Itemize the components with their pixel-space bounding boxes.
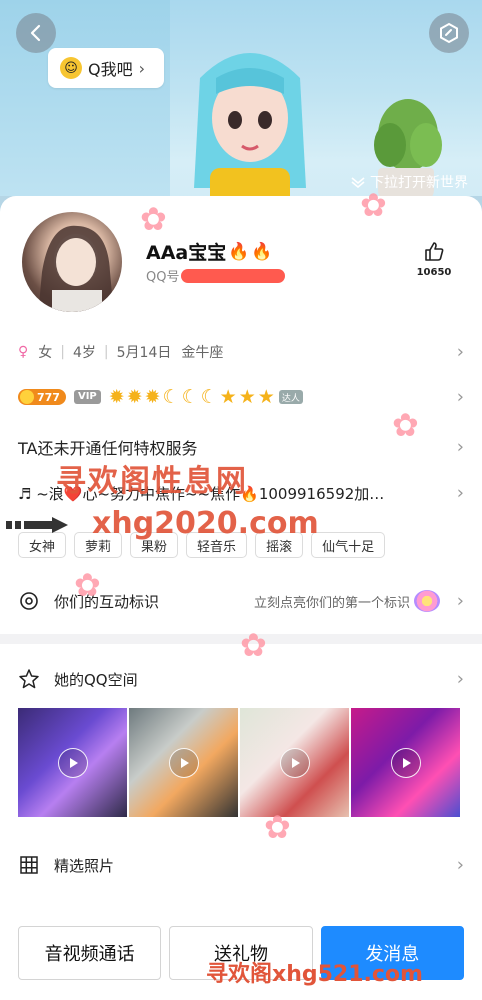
vip-badge: VIP xyxy=(73,390,101,404)
birthday-text: 5月14日 xyxy=(116,345,172,361)
coin-value: 777 xyxy=(37,390,60,404)
qq-number: QQ号 xyxy=(146,266,286,285)
star-icon: ★ xyxy=(238,386,256,408)
selected-photos-label: 精选照片 xyxy=(54,856,115,875)
moon-icon: ☾ xyxy=(181,386,199,408)
level-icons: ✹ ✹ ✹ ☾ ☾ ☾ ★ ★ ★ xyxy=(109,386,275,408)
flame-icon: 🔥 xyxy=(228,241,250,262)
tag[interactable]: 女神 xyxy=(18,532,67,558)
play-icon xyxy=(390,747,421,778)
nickname: AAa宝宝 🔥 🔥 xyxy=(146,238,273,265)
selected-photos-row[interactable]: 精选照片 › xyxy=(18,850,464,880)
flower-decoration-icon: ✿ xyxy=(74,566,101,604)
flame-icon: 🔥 xyxy=(251,241,273,262)
chevron-right-icon: › xyxy=(456,854,464,876)
zone-video-thumbnail[interactable] xyxy=(129,708,238,817)
redaction-mark xyxy=(181,268,286,283)
zone-video-thumbnail[interactable] xyxy=(351,708,460,817)
flower-decoration-icon: ✿ xyxy=(392,406,419,444)
sun-icon: ✹ xyxy=(144,386,161,408)
q-me-label: Q我吧 xyxy=(88,60,133,79)
divider: | xyxy=(60,344,65,360)
avatar-photo xyxy=(38,225,114,312)
chevron-left-icon xyxy=(30,24,41,42)
chevron-right-icon: › xyxy=(138,58,146,78)
chevron-right-icon: › xyxy=(456,436,464,458)
gender-text: 女 xyxy=(38,345,53,361)
avatar[interactable] xyxy=(20,210,124,314)
video-call-button[interactable]: 音视频通话 xyxy=(18,926,162,980)
play-icon xyxy=(279,747,310,778)
sun-icon: ✹ xyxy=(108,386,125,408)
q-me-bubble[interactable]: ☺ Q我吧 › xyxy=(48,48,164,88)
thumbs-up-icon xyxy=(425,242,444,261)
coin-icon xyxy=(20,390,34,404)
tag[interactable]: 仙气十足 xyxy=(311,532,386,558)
play-icon xyxy=(168,747,199,778)
qq-number-label: QQ号 xyxy=(146,270,180,285)
chevron-right-icon: › xyxy=(456,482,464,504)
qq-zone-row[interactable]: 她的QQ空间 › xyxy=(18,664,464,694)
zone-photos xyxy=(18,708,460,817)
coin-badge: 777 xyxy=(18,389,66,405)
qq-zone-label: 她的QQ空间 xyxy=(54,670,138,689)
zodiac-text: 金牛座 xyxy=(181,345,224,361)
flower-decoration-icon: ✿ xyxy=(360,186,387,224)
interaction-mark-hint: 立刻点亮你们的第一个标识 xyxy=(254,590,440,612)
zone-video-thumbnail[interactable] xyxy=(240,708,349,817)
sun-icon: ✹ xyxy=(126,386,143,408)
star-icon: ★ xyxy=(219,386,237,408)
nickname-text: AAa宝宝 xyxy=(146,242,227,264)
female-icon: ♀ xyxy=(18,344,29,360)
watermark: 寻欢阁xhg521.com xyxy=(206,962,423,987)
age-text: 4岁 xyxy=(72,345,96,361)
flower-decoration-icon: ✿ xyxy=(140,200,167,238)
play-icon xyxy=(57,747,88,778)
like-count: 10650 xyxy=(416,267,452,278)
avatar-3d-character xyxy=(194,53,306,208)
expert-badge: 达人 xyxy=(278,390,303,404)
flower-decoration-icon: ✿ xyxy=(240,626,267,664)
chevron-right-icon: › xyxy=(456,386,464,408)
smile-icon: ☺ xyxy=(60,57,82,79)
divider: | xyxy=(103,344,109,360)
chevron-right-icon: › xyxy=(456,341,464,363)
flower-icon xyxy=(414,590,440,612)
zone-video-thumbnail[interactable] xyxy=(18,708,127,817)
back-button[interactable] xyxy=(16,13,56,53)
chevron-right-icon: › xyxy=(456,590,464,612)
hexagon-icon xyxy=(440,22,458,44)
interaction-mark-label: 你们的互动标识 xyxy=(54,592,160,611)
interaction-hint-text: 立刻点亮你们的第一个标识 xyxy=(253,595,410,611)
star-outline-icon xyxy=(18,668,40,690)
moon-icon: ☾ xyxy=(200,386,218,408)
like-button[interactable]: 10650 xyxy=(414,240,454,278)
watermark-arrow-icon xyxy=(6,516,72,534)
basic-info-row[interactable]: ♀ 女 | 4岁 | 5月14日 金牛座 › xyxy=(18,340,464,364)
star-icon: ★ xyxy=(257,386,275,408)
chevron-right-icon: › xyxy=(456,668,464,690)
moon-icon: ☾ xyxy=(162,386,180,408)
watermark: 寻欢阁性息网 xyxy=(56,464,248,499)
gear-icon xyxy=(18,590,40,612)
flower-decoration-icon: ✿ xyxy=(264,808,291,846)
settings-button[interactable] xyxy=(429,13,469,53)
watermark: xhg2020.com xyxy=(92,506,319,541)
grid-icon xyxy=(18,854,40,876)
